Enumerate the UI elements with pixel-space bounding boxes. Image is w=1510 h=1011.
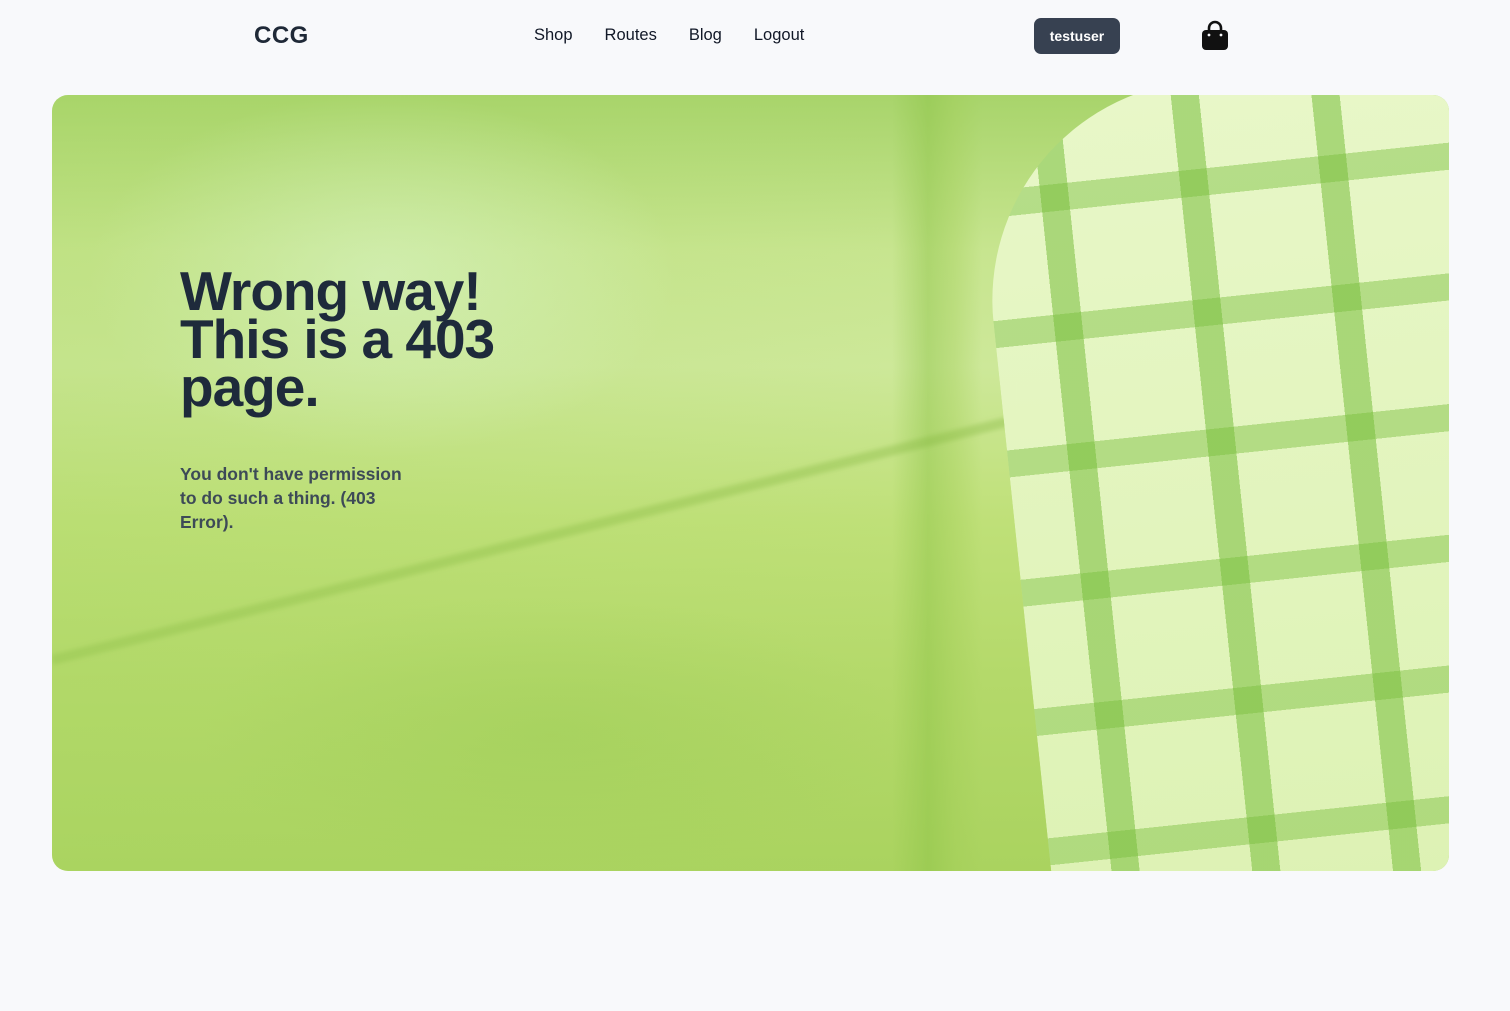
error-message: You don't have permission to do such a t… (180, 464, 402, 532)
nav-link-shop[interactable]: Shop (534, 26, 573, 45)
main-nav: Shop Routes Blog Logout (534, 26, 804, 45)
error-headline: Wrong way! This is a 403 page. (180, 260, 495, 418)
site-logo[interactable]: CCG (254, 22, 309, 50)
top-navbar: CCG Shop Routes Blog Logout testuser (0, 0, 1510, 72)
nav-link-routes[interactable]: Routes (605, 26, 657, 45)
nav-link-blog[interactable]: Blog (689, 26, 722, 45)
error-hero-banner: Wrong way! This is a 403 page. You don't… (52, 95, 1449, 871)
shopping-bag-icon[interactable] (1200, 20, 1230, 52)
user-account-button[interactable]: testuser (1034, 18, 1120, 54)
nav-link-logout[interactable]: Logout (754, 26, 804, 45)
